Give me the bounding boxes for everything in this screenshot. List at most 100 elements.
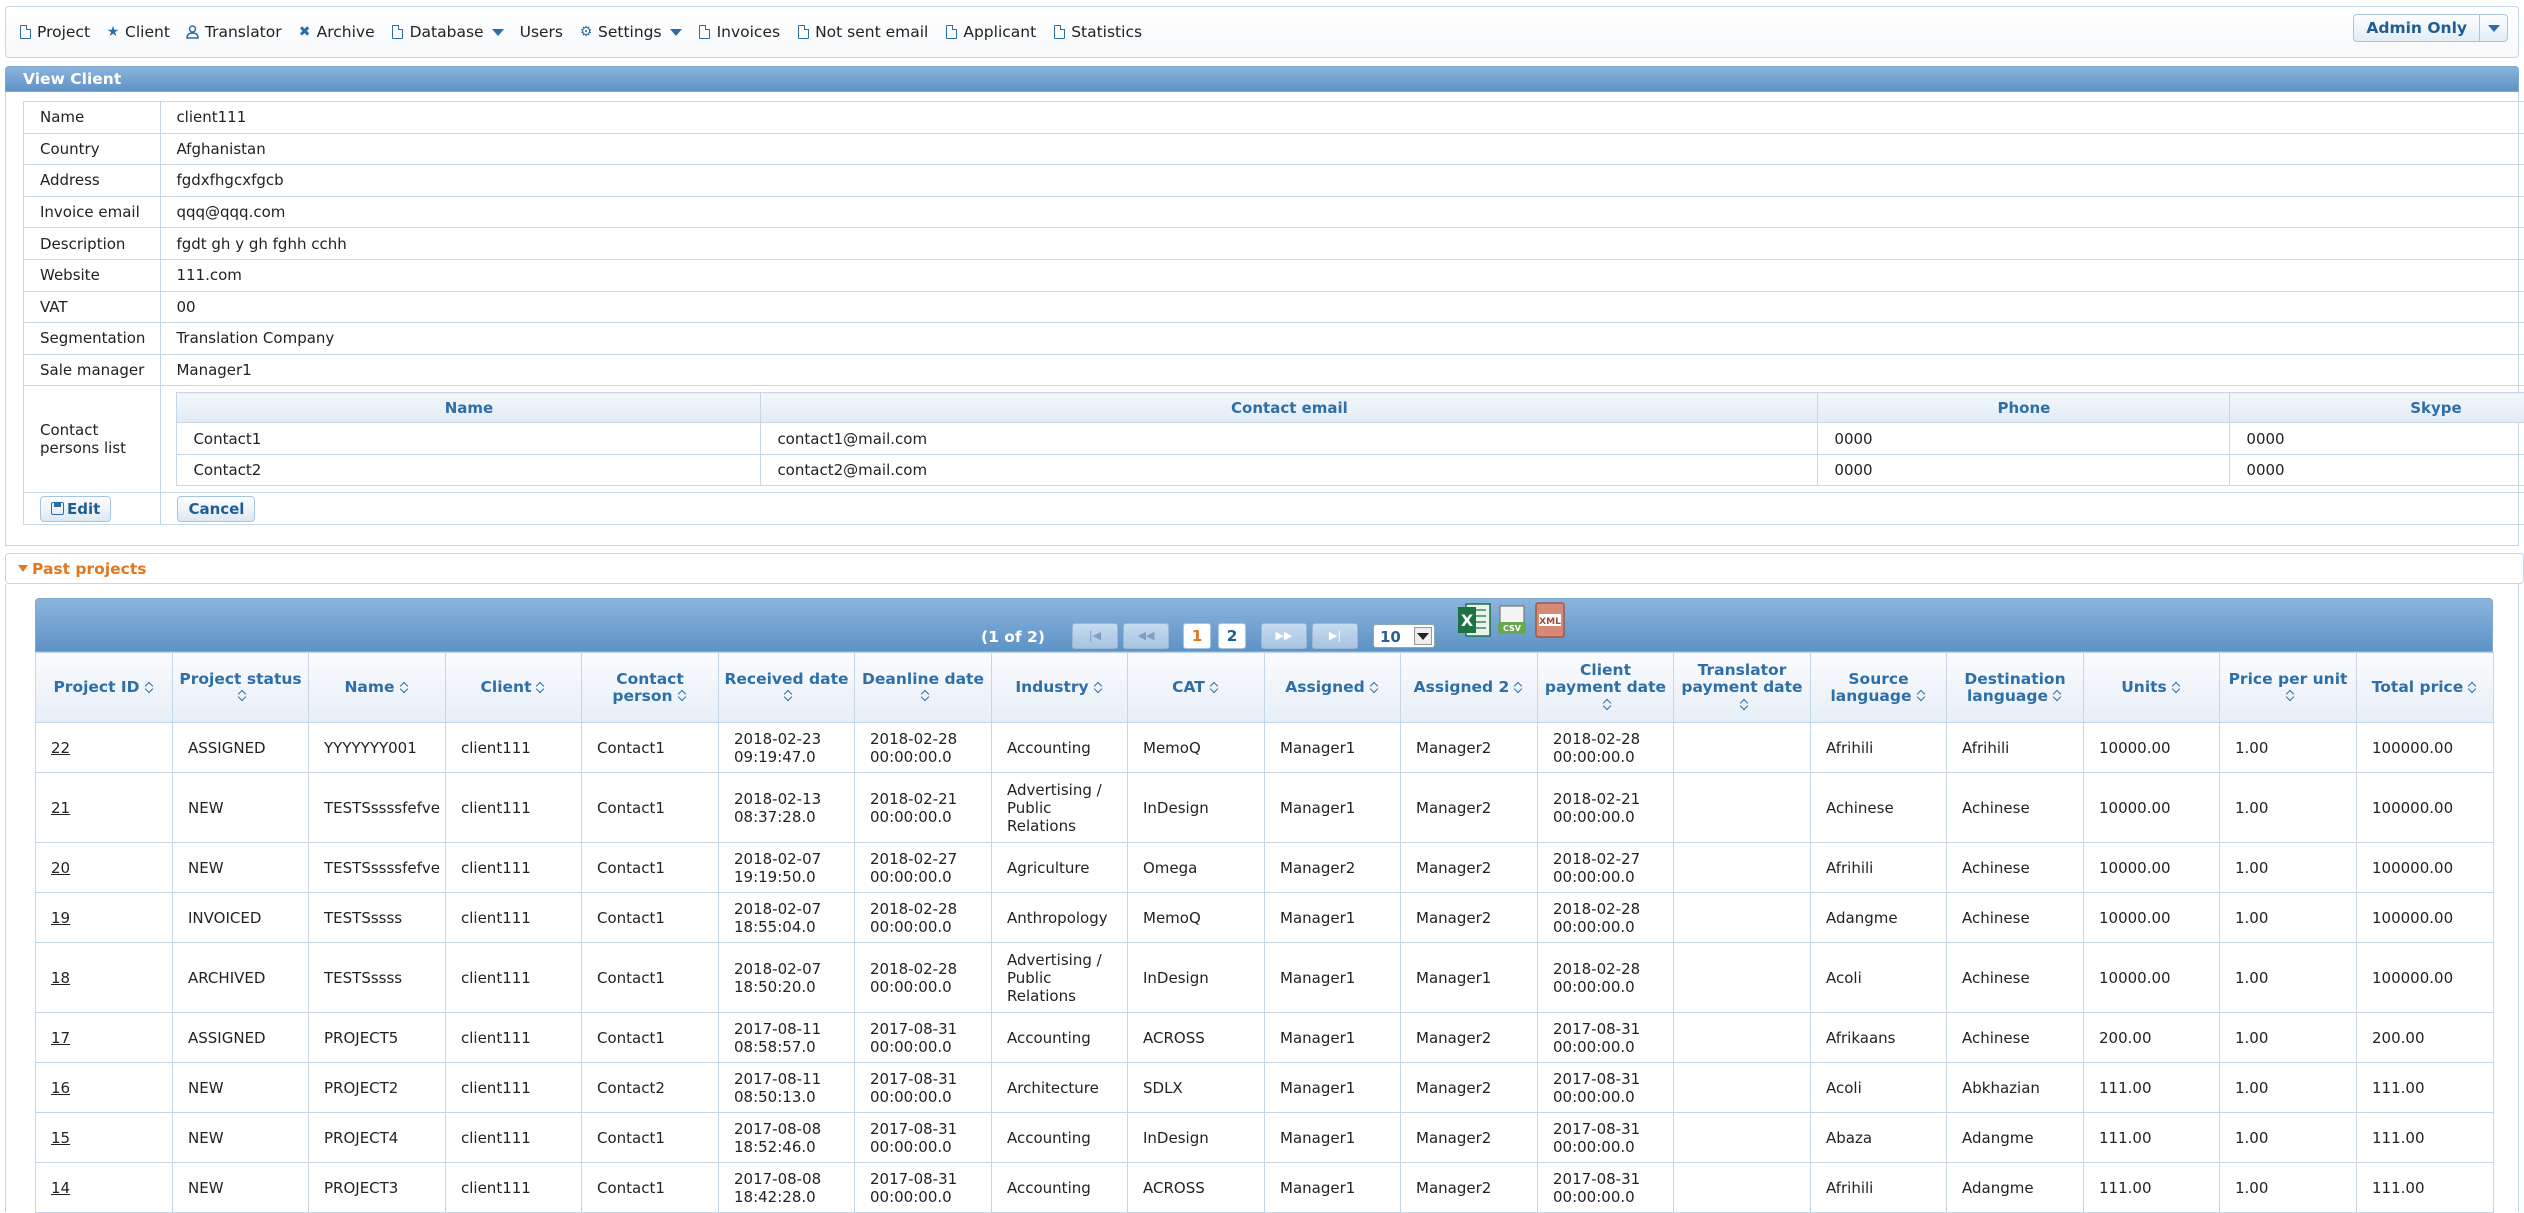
field-label: Website [24,259,161,291]
table-cell: YYYYYYY001 [309,723,446,773]
table-cell: 21 [36,773,173,843]
column-header[interactable]: Translator payment date [1674,653,1811,723]
menu-statistics[interactable]: Statistics [1052,23,1142,41]
column-header[interactable]: Client [446,653,582,723]
table-cell: Afrihili [1811,843,1947,893]
field-row-segmentation: SegmentationTranslation Company [24,323,2524,355]
menu-project[interactable]: Project [18,23,90,41]
table-cell [1674,893,1811,943]
project-id-link[interactable]: 17 [51,1029,70,1047]
first-page-button[interactable]: |◀ [1072,623,1118,649]
menu-invoices[interactable]: Invoices [698,23,781,41]
field-label: Contact persons list [24,386,161,493]
page-1-button[interactable]: 1 [1183,623,1211,649]
menu-database-label: Database [410,23,484,41]
table-cell: Contact1 [582,893,719,943]
project-id-link[interactable]: 18 [51,969,70,987]
menu-settings[interactable]: ⚙ Settings [579,23,682,41]
table-cell: Abkhazian [1947,1063,2084,1113]
column-header-label: Price per unit [2229,670,2348,688]
table-cell [1674,1063,1811,1113]
projects-grid: (1 of 2) |◀ ◀◀ 1 2 ▶▶ ▶| 10 X CSV XML Pr… [35,598,2493,1213]
table-row: 22ASSIGNEDYYYYYYY001client111Contact1201… [36,723,2494,773]
project-id-link[interactable]: 21 [51,799,70,817]
field-row-vat: VAT00 [24,291,2524,323]
xml-export-icon[interactable]: XML [1532,600,1568,640]
column-header[interactable]: Project status [173,653,309,723]
project-id-link[interactable]: 16 [51,1079,70,1097]
table-cell: Acoli [1811,943,1947,1013]
column-header-label: Project ID [53,678,139,696]
page-2-button[interactable]: 2 [1218,623,1246,649]
project-id-link[interactable]: 14 [51,1179,70,1197]
last-page-button[interactable]: ▶| [1312,623,1358,649]
menu-translator[interactable]: Translator [186,23,282,41]
project-id-link[interactable]: 15 [51,1129,70,1147]
gear-icon: ⚙ [579,24,593,40]
column-header[interactable]: Units [2084,653,2220,723]
sort-icon [1514,682,1524,694]
column-header[interactable]: Deanline date [855,653,992,723]
menu-not-sent-email[interactable]: Not sent email [796,23,928,41]
table-cell: NEW [173,1063,309,1113]
sort-icon [400,682,410,694]
admin-dropdown-toggle[interactable] [2479,15,2507,41]
menu-users[interactable]: Users [520,23,563,41]
client-info-table: Nameclient111 CountryAfghanistan Address… [23,101,2524,525]
field-label: Invoice email [24,196,161,228]
rows-per-page-select[interactable]: 10 [1373,624,1435,648]
table-cell: 100000.00 [2357,843,2494,893]
table-cell: client111 [446,773,582,843]
column-header[interactable]: Contact person [582,653,719,723]
project-id-link[interactable]: 20 [51,859,70,877]
admin-only-label: Admin Only [2354,15,2479,41]
edit-button[interactable]: Edit [40,496,111,522]
column-header[interactable]: Received date [719,653,855,723]
close-icon: ✖ [298,24,312,40]
project-id-link[interactable]: 22 [51,739,70,757]
column-header[interactable]: Total price [2357,653,2494,723]
column-header[interactable]: Price per unit [2220,653,2357,723]
table-cell: InDesign [1128,1113,1265,1163]
menu-client[interactable]: ★Client [106,23,170,41]
cancel-button[interactable]: Cancel [177,496,255,522]
column-header[interactable]: CAT [1128,653,1265,723]
excel-export-icon[interactable]: X [1456,600,1492,640]
contacts-table: Name Contact email Phone Skype Contact1 … [176,392,2524,486]
column-header[interactable]: Client payment date [1538,653,1674,723]
menu-archive[interactable]: ✖Archive [298,23,375,41]
prev-page-button[interactable]: ◀◀ [1123,623,1169,649]
table-cell: Accounting [992,1163,1128,1213]
column-header[interactable]: Destination language [1947,653,2084,723]
past-projects-toggle[interactable]: Past projects [5,553,2524,584]
field-label: Country [24,133,161,165]
menu-database[interactable]: Database [391,23,504,41]
table-cell [1674,943,1811,1013]
csv-export-icon[interactable]: CSV [1494,600,1530,640]
admin-only-button[interactable]: Admin Only [2353,14,2508,42]
table-cell: 10000.00 [2084,893,2220,943]
column-header[interactable]: Source language [1811,653,1947,723]
contacts-col-email: Contact email [761,393,1818,423]
menu-settings-label: Settings [598,23,662,41]
sort-icon [1370,682,1380,694]
next-page-button[interactable]: ▶▶ [1261,623,1307,649]
field-value: Afghanistan [161,133,2524,165]
contact-row: Contact2 contact2@mail.com 0000 0000 [177,454,2524,486]
table-cell [1674,773,1811,843]
table-cell: Manager1 [1265,723,1401,773]
menu-applicant[interactable]: Applicant [944,23,1036,41]
project-id-link[interactable]: 19 [51,909,70,927]
table-cell: Accounting [992,1113,1128,1163]
column-header[interactable]: Name [309,653,446,723]
column-header[interactable]: Project ID [36,653,173,723]
contact-name: Contact2 [177,454,761,486]
contact-phone: 0000 [1818,454,2230,486]
table-cell: Adangme [1947,1113,2084,1163]
column-header-label: Deanline date [862,670,984,688]
column-header[interactable]: Industry [992,653,1128,723]
column-header[interactable]: Assigned 2 [1401,653,1538,723]
column-header[interactable]: Assigned [1265,653,1401,723]
field-row-sale-manager: Sale managerManager1 [24,354,2524,386]
menu-applicant-label: Applicant [963,23,1036,41]
